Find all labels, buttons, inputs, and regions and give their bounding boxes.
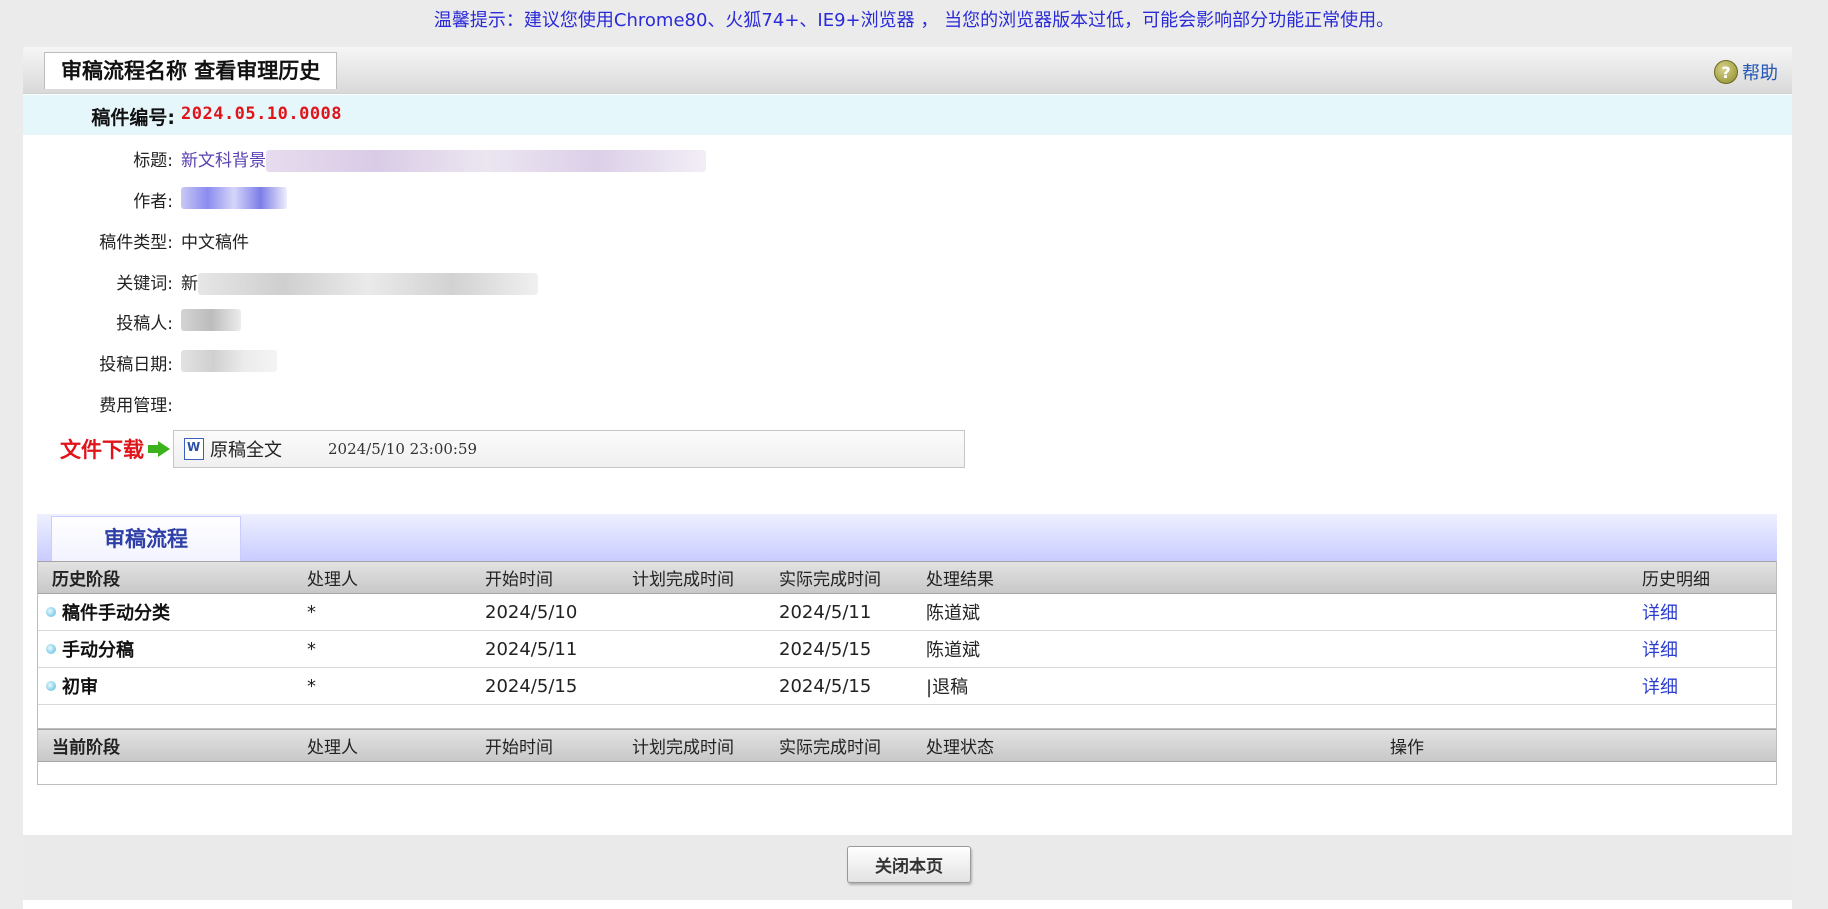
field-label: 投稿人: <box>116 314 173 334</box>
author-value <box>181 187 287 209</box>
field-submit-date: 投稿日期: <box>23 346 923 376</box>
field-fee: 费用管理: <box>23 387 923 417</box>
col-start-time: 开始时间 <box>485 570 553 590</box>
manuscript-code-label: 稿件编号: <box>91 107 175 129</box>
bullet-icon <box>46 644 56 654</box>
keywords-value: 新 <box>181 269 538 295</box>
col-status: 处理状态 <box>926 738 994 758</box>
field-submitter: 投稿人: <box>23 305 923 335</box>
col-actual-time: 实际完成时间 <box>779 738 881 758</box>
redacted-block <box>266 150 706 172</box>
actual-cell: 2024/5/15 <box>779 675 872 697</box>
actual-cell: 2024/5/15 <box>779 638 872 660</box>
bullet-icon <box>46 607 56 617</box>
main-panel: 审稿流程名称 查看审理历史 ? 帮助 稿件编号: 2024.05.10.0008… <box>23 47 1792 835</box>
result-cell: |退稿 <box>926 677 969 698</box>
field-label: 作者: <box>133 192 173 212</box>
current-header-row: 当前阶段 处理人 开始时间 计划完成时间 实际完成时间 处理状态 操作 <box>38 729 1776 762</box>
detail-link[interactable]: 详细 <box>1642 631 1678 667</box>
submitter-value <box>181 309 241 331</box>
file-name: 原稿全文 <box>210 440 282 461</box>
col-current-stage: 当前阶段 <box>52 738 120 758</box>
footer-bar: 关闭本页 <box>23 835 1792 905</box>
history-table: 历史阶段 处理人 开始时间 计划完成时间 实际完成时间 处理结果 历史明细 稿件… <box>37 561 1777 785</box>
field-label: 关键词: <box>116 274 173 294</box>
stage-cell: 手动分稿 <box>46 631 134 667</box>
table-row: 手动分稿 * 2024/5/11 2024/5/15 陈道斌 详细 <box>38 631 1776 668</box>
result-cell: 陈道斌 <box>926 640 980 661</box>
manuscript-code-value: 2024.05.10.0008 <box>181 104 343 124</box>
field-keywords: 关键词: 新 <box>23 265 923 295</box>
actual-cell: 2024/5/11 <box>779 601 872 623</box>
col-history-stage: 历史阶段 <box>52 570 120 590</box>
browser-notice: 温馨提示：建议您使用Chrome80、火狐74+、IE9+浏览器 ， 当您的浏览… <box>433 10 1395 31</box>
start-cell: 2024/5/15 <box>485 675 578 697</box>
close-page-button[interactable]: 关闭本页 <box>847 846 971 883</box>
field-label: 标题: <box>133 151 173 171</box>
field-label: 投稿日期: <box>99 355 173 375</box>
bullet-icon <box>46 681 56 691</box>
download-file-link[interactable]: 原稿全文 2024/5/10 23:00:59 <box>173 430 965 468</box>
detail-link[interactable]: 详细 <box>1642 594 1678 630</box>
help-label: 帮助 <box>1742 63 1778 84</box>
col-result: 处理结果 <box>926 570 994 590</box>
col-planned-time: 计划完成时间 <box>632 570 734 590</box>
word-document-icon <box>184 438 204 460</box>
review-flow-section: 审稿流程 历史阶段 处理人 开始时间 计划完成时间 实际完成时间 处理结果 历史… <box>37 514 1777 785</box>
title-value[interactable]: 新文科背景 <box>181 146 706 172</box>
col-planned-time: 计划完成时间 <box>632 738 734 758</box>
col-handler: 处理人 <box>307 738 358 758</box>
redacted-block <box>198 273 538 295</box>
stage-cell: 稿件手动分类 <box>46 594 170 630</box>
arrow-right-icon <box>148 441 170 457</box>
file-download-label: 文件下载 <box>60 434 170 464</box>
submit-date-value <box>181 350 277 372</box>
redacted-block <box>181 350 277 372</box>
table-row: 稿件手动分类 * 2024/5/10 2024/5/11 陈道斌 详细 <box>38 594 1776 631</box>
table-row: 初审 * 2024/5/15 2024/5/15 |退稿 详细 <box>38 668 1776 705</box>
field-author: 作者: <box>23 183 923 213</box>
field-label: 费用管理: <box>99 396 173 416</box>
file-timestamp: 2024/5/10 23:00:59 <box>328 440 478 458</box>
page-title: 审稿流程名称 查看审理历史 <box>44 52 338 89</box>
detail-link[interactable]: 详细 <box>1642 668 1678 704</box>
redacted-block <box>181 309 241 331</box>
col-operation: 操作 <box>1390 738 1424 758</box>
tab-review-flow[interactable]: 审稿流程 <box>51 516 241 561</box>
table-spacer <box>38 705 1776 729</box>
help-link[interactable]: ? 帮助 <box>1714 59 1778 85</box>
col-start-time: 开始时间 <box>485 738 553 758</box>
col-handler: 处理人 <box>307 570 358 590</box>
handler-cell: * <box>307 601 316 623</box>
type-value: 中文稿件 <box>181 233 249 253</box>
stage-cell: 初审 <box>46 668 98 704</box>
redacted-block <box>181 187 287 209</box>
result-cell: 陈道斌 <box>926 603 980 624</box>
manuscript-code-row: 稿件编号: 2024.05.10.0008 <box>23 95 1792 135</box>
start-cell: 2024/5/11 <box>485 638 578 660</box>
history-header-row: 历史阶段 处理人 开始时间 计划完成时间 实际完成时间 处理结果 历史明细 <box>38 561 1776 594</box>
start-cell: 2024/5/10 <box>485 601 578 623</box>
handler-cell: * <box>307 675 316 697</box>
field-title: 标题: 新文科背景 <box>23 142 923 172</box>
flow-header: 审稿流程 <box>37 514 1777 561</box>
field-label: 稿件类型: <box>99 233 173 253</box>
handler-cell: * <box>307 638 316 660</box>
file-download-text: 文件下载 <box>60 438 144 462</box>
title-bar: 审稿流程名称 查看审理历史 ? 帮助 <box>23 47 1792 94</box>
field-type: 稿件类型: 中文稿件 <box>23 224 923 254</box>
help-icon: ? <box>1714 60 1738 84</box>
current-empty-row <box>38 762 1776 784</box>
col-actual-time: 实际完成时间 <box>779 570 881 590</box>
bottom-strip <box>23 900 1792 909</box>
col-history-detail: 历史明细 <box>1642 570 1710 590</box>
